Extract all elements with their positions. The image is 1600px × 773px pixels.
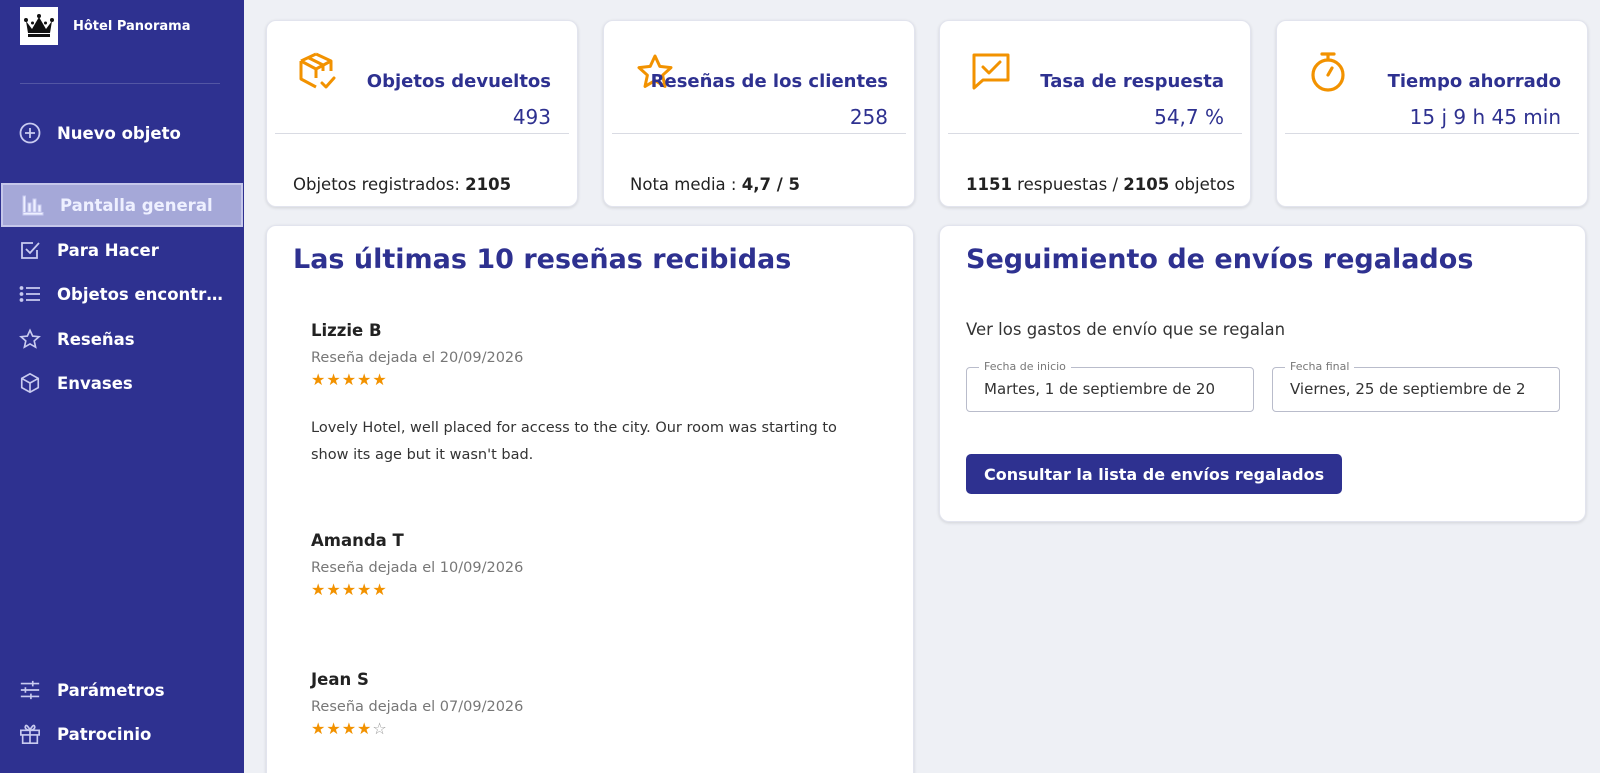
stat-footer-label: respuestas /	[1011, 175, 1124, 194]
review-item: Jean S Reseña dejada el 07/09/2026 ★★★★☆	[311, 670, 523, 738]
bar-chart-icon	[21, 193, 45, 217]
review-rating: ★★★★★	[311, 580, 388, 599]
sidebar-item-parametros[interactable]: Parámetros	[0, 668, 244, 712]
stat-footer: Objetos registrados: 2105	[293, 175, 511, 194]
sidebar-item-para-hacer[interactable]: Para Hacer	[0, 228, 244, 272]
sidebar: Hôtel Panorama Nuevo objeto Pantalla gen…	[0, 0, 244, 773]
stat-title: Reseñas de los clientes	[650, 71, 888, 92]
consult-shipments-button[interactable]: Consultar la lista de envíos regalados	[966, 454, 1343, 494]
checkbox-icon	[18, 238, 42, 262]
stat-footer-value: 1151	[966, 175, 1012, 194]
sidebar-item-patrocinio[interactable]: Patrocinio	[0, 712, 244, 756]
sidebar-item-label: Objetos encontrados	[57, 284, 227, 304]
reviews-panel-title: Las últimas 10 reseñas recibidas	[293, 244, 792, 275]
sidebar-item-envases[interactable]: Envases	[0, 361, 244, 405]
review-item: Lizzie B Reseña dejada el 20/09/2026 ★★★…	[311, 321, 871, 469]
stat-title: Tasa de respuesta	[1040, 71, 1224, 92]
gift-icon	[18, 722, 42, 746]
stat-footer: 1151 respuestas / 2105 objetos	[966, 175, 1235, 194]
review-text: Lovely Hotel, well placed for access to …	[311, 420, 837, 463]
stat-title: Objetos devueltos	[366, 71, 551, 92]
stat-divider	[612, 133, 906, 134]
sidebar-item-label: Parámetros	[57, 680, 165, 700]
package-check-icon	[297, 51, 339, 93]
sidebar-item-label: Pantalla general	[60, 195, 213, 215]
stat-footer-value: 2105	[465, 175, 512, 194]
shipping-subtitle: Ver los gastos de envío que se regalan	[966, 320, 1286, 339]
sidebar-item-pantalla-general[interactable]: Pantalla general	[1, 183, 243, 227]
start-date-input[interactable]	[984, 380, 1243, 398]
sidebar-item-objetos-encontrados[interactable]: Objetos encontrados	[0, 272, 244, 316]
review-date: Reseña dejada el 10/09/2026	[311, 560, 524, 576]
stat-value: 15 j 9 h 45 min	[1409, 105, 1561, 129]
review-date: Reseña dejada el 07/09/2026	[311, 699, 524, 715]
review-author: Amanda T	[311, 531, 404, 550]
sliders-icon	[18, 678, 42, 702]
stat-footer-label: Objetos registrados:	[293, 175, 466, 194]
stat-value: 54,7 %	[1154, 105, 1224, 129]
end-date-field[interactable]: Fecha final	[1272, 360, 1560, 412]
crown-logo-icon	[20, 7, 58, 45]
sidebar-item-label: Reseñas	[57, 329, 135, 349]
stat-divider	[275, 133, 569, 134]
stat-footer-label: Nota media :	[630, 175, 742, 194]
stat-footer-label: objetos	[1169, 175, 1235, 194]
stat-title: Tiempo ahorrado	[1387, 71, 1561, 92]
stat-footer: Nota media : 4,7 / 5	[630, 175, 800, 194]
review-author: Jean S	[311, 670, 369, 689]
stat-card-resenas: Reseñas de los clientes 258 Nota media :…	[603, 20, 915, 207]
sidebar-item-label: Patrocinio	[57, 724, 152, 744]
review-author: Lizzie B	[311, 321, 382, 340]
end-date-input[interactable]	[1290, 380, 1549, 398]
review-date: Reseña dejada el 20/09/2026	[311, 350, 524, 366]
shipping-panel: Seguimiento de envíos regalados Ver los …	[939, 225, 1586, 522]
start-date-label: Fecha de inicio	[979, 360, 1071, 373]
list-icon	[18, 282, 42, 306]
stat-footer-value: 4,7 / 5	[741, 175, 800, 194]
sidebar-item-label: Envases	[57, 373, 133, 393]
sidebar-divider	[20, 83, 220, 84]
review-rating: ★★★★☆	[311, 719, 388, 738]
sidebar-item-label: Nuevo objeto	[57, 123, 181, 143]
sidebar-item-label: Para Hacer	[57, 240, 159, 260]
message-check-icon	[970, 51, 1012, 93]
review-rating: ★★★★★	[311, 370, 388, 389]
add-circle-icon	[18, 121, 42, 145]
stat-divider	[1285, 133, 1579, 134]
star-icon	[18, 327, 42, 351]
end-date-label: Fecha final	[1285, 360, 1355, 373]
stat-card-tasa-respuesta: Tasa de respuesta 54,7 % 1151 respuestas…	[939, 20, 1251, 207]
review-item: Amanda T Reseña dejada el 10/09/2026 ★★★…	[311, 531, 523, 599]
package-icon	[18, 371, 42, 395]
shipping-panel-title: Seguimiento de envíos regalados	[966, 244, 1474, 275]
stat-footer-value: 2105	[1123, 175, 1170, 194]
stat-value: 493	[512, 105, 551, 129]
stat-divider	[948, 133, 1242, 134]
stat-card-objetos-devueltos: Objetos devueltos 493 Objetos registrado…	[266, 20, 578, 207]
stat-card-tiempo-ahorrado: Tiempo ahorrado 15 j 9 h 45 min	[1276, 20, 1588, 207]
reviews-panel: Las últimas 10 reseñas recibidas Lizzie …	[266, 225, 914, 773]
start-date-field[interactable]: Fecha de inicio	[966, 360, 1254, 412]
sidebar-item-resenas[interactable]: Reseñas	[0, 317, 244, 361]
stopwatch-icon	[1307, 51, 1349, 93]
stat-value: 258	[849, 105, 888, 129]
brand[interactable]: Hôtel Panorama	[20, 7, 190, 45]
sidebar-item-nuevo-objeto[interactable]: Nuevo objeto	[0, 111, 244, 155]
hotel-name: Hôtel Panorama	[73, 18, 191, 34]
